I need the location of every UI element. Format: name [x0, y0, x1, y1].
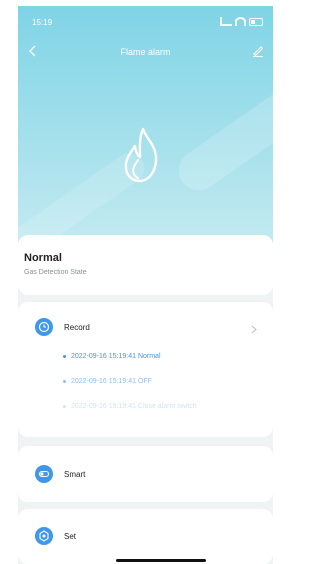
record-dot: [63, 354, 66, 358]
smart-icon-badge: [35, 465, 53, 483]
record-label: Record: [64, 323, 90, 332]
flame-icon: [124, 127, 158, 183]
wifi-icon: [235, 17, 246, 26]
record-entry: 2022-09-16 15:19:41 Close alarm switch: [63, 403, 197, 410]
clock-icon: [38, 321, 50, 333]
page-title: Flame alarm: [120, 47, 171, 57]
gear-icon: [39, 530, 49, 542]
battery-icon: [249, 17, 263, 26]
status-time: 15:19: [32, 18, 53, 27]
home-indicator: [116, 559, 206, 562]
app-screen: 15:19 Flame alarm Normal Gas Detection S…: [18, 6, 273, 564]
record-entry: 2022-09-16 15:19:41 OFF: [63, 378, 152, 385]
smart-label: Smart: [64, 470, 86, 479]
state-card: Normal Gas Detection State: [18, 235, 273, 295]
header-area: 15:19 Flame alarm: [18, 6, 273, 275]
toggle-icon: [38, 470, 50, 478]
record-dot: [63, 379, 66, 383]
set-card[interactable]: Set: [18, 509, 273, 564]
pencil-icon: [253, 46, 264, 58]
edit-button[interactable]: [251, 44, 269, 62]
chevron-right-icon: [251, 325, 259, 334]
record-dot: [63, 404, 66, 408]
record-card[interactable]: Record 2022-09-16 15:19:41 Normal 2022-0…: [18, 302, 273, 437]
state-value: Normal: [24, 252, 62, 264]
record-icon-badge: [35, 318, 53, 336]
set-label: Set: [64, 532, 77, 541]
header-decoration: [170, 73, 273, 199]
state-label: Gas Detection State: [24, 269, 87, 276]
set-icon-badge: [35, 527, 53, 545]
signal-icon: [220, 17, 232, 26]
status-icons: [220, 17, 263, 26]
smart-card[interactable]: Smart: [18, 446, 273, 502]
record-entry: 2022-09-16 15:19:41 Normal: [63, 353, 161, 360]
